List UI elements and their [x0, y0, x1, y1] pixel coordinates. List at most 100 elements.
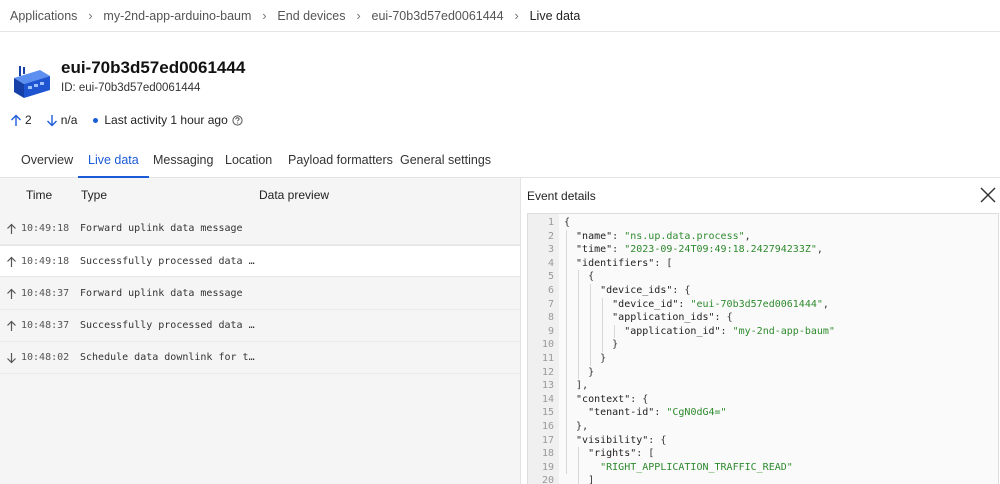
line-number: 16	[541, 421, 554, 432]
line-number: 8	[547, 312, 554, 324]
breadcrumb-applications[interactable]: Applications	[10, 9, 77, 23]
breadcrumb-end-devices[interactable]: End devices	[277, 9, 345, 23]
line-number: 10	[541, 339, 554, 351]
line-number: 15	[541, 407, 554, 419]
device-tabs: Overview Live data Messaging Location Pa…	[0, 144, 1000, 178]
device-id-label: ID: eui-70b3d57ed0061444	[61, 82, 201, 94]
event-details-title: Event details	[527, 189, 596, 203]
column-header-data-preview: Data preview	[259, 188, 330, 202]
table-row[interactable]: 10:48:37 Forward uplink data message	[0, 278, 520, 310]
line-number: 4	[547, 257, 554, 269]
line-number: 14	[541, 393, 554, 405]
downlink-stat: n/a	[46, 113, 78, 127]
tab-live-data[interactable]: Live data	[78, 144, 149, 178]
uplink-stat: 2	[10, 113, 32, 127]
line-number: 3	[547, 244, 554, 256]
table-row[interactable]: 10:48:37 Successfully processed data …	[0, 310, 520, 342]
help-circle-icon[interactable]	[232, 114, 243, 126]
line-number: 9	[547, 325, 554, 337]
chevron-right-icon: ›	[514, 8, 519, 23]
event-type: Schedule data downlink for t…	[80, 352, 255, 363]
device-header: eui-70b3d57ed0061444 ID: eui-70b3d57ed00…	[10, 56, 245, 102]
code-content: "visibility": {	[564, 434, 667, 446]
code-content: "device_ids": {	[564, 285, 691, 296]
arrow-down-icon	[46, 114, 57, 126]
downlink-count: n/a	[60, 113, 78, 127]
code-content: "time": "2023-09-24T09:49:18.242794233Z"…	[564, 244, 823, 256]
gateway-device-icon	[14, 66, 50, 98]
line-number: 1	[547, 217, 554, 228]
line-number: 2	[547, 230, 554, 242]
event-details-panel: Event details 1 {2 "name": "ns.up.data.pr…	[520, 178, 1000, 484]
event-type: Forward uplink data message	[80, 223, 243, 234]
breadcrumb-application[interactable]: my-2nd-app-arduino-baum	[103, 9, 251, 23]
line-number: 17	[541, 434, 554, 446]
events-panel: Time Type Data preview 10:49:18 Forward …	[0, 178, 520, 484]
last-activity: Last activity 1 hour ago	[91, 113, 245, 127]
line-number: 19	[541, 461, 554, 473]
last-activity-text: Last activity 1 hour ago	[104, 113, 228, 127]
code-content: "context": {	[564, 393, 649, 405]
table-row[interactable]: 10:49:18 Forward uplink data message	[0, 213, 520, 245]
indent-guide	[566, 229, 567, 475]
event-type: Successfully processed data …	[80, 320, 255, 331]
page-title: eui-70b3d57ed0061444	[61, 58, 246, 77]
table-row[interactable]: 10:48:02 Schedule data downlink for t…	[0, 342, 520, 374]
chevron-right-icon: ›	[262, 8, 267, 23]
arrow-up-icon	[7, 320, 16, 331]
tab-location[interactable]: Location	[225, 144, 272, 178]
status-dot-icon	[93, 117, 99, 123]
column-header-time: Time	[26, 188, 53, 202]
events-table-header: Time Type Data preview	[0, 178, 520, 212]
json-code-viewer[interactable]: 1 {2 "name": "ns.up.data.process", 3 "time…	[527, 213, 999, 484]
indent-guide	[590, 284, 592, 366]
line-number: 12	[541, 366, 554, 378]
tab-overview[interactable]: Overview	[21, 144, 73, 178]
code-content: }	[564, 366, 595, 378]
code-content: {	[564, 271, 595, 283]
indent-guide	[578, 447, 580, 484]
code-content: }	[564, 339, 619, 351]
chevron-right-icon: ›	[88, 8, 93, 23]
indent-guide	[578, 270, 580, 380]
indent-guide	[614, 324, 616, 339]
code-content: "device_id": "eui-70b3d57ed0061444",	[564, 298, 829, 310]
arrow-up-icon	[7, 288, 16, 299]
line-number: 18	[541, 448, 554, 460]
event-time: 10:49:18	[21, 256, 70, 267]
uplink-count: 2	[25, 113, 32, 127]
event-type: Forward uplink data message	[80, 288, 243, 299]
arrow-up-icon	[7, 223, 16, 234]
event-time: 10:48:02	[21, 352, 70, 363]
line-number: 20	[541, 475, 554, 484]
line-number: 7	[547, 298, 554, 310]
event-type: Successfully processed data …	[80, 256, 255, 267]
event-time: 10:48:37	[21, 288, 70, 299]
table-row-selected[interactable]: 10:49:18 Successfully processed data …	[0, 245, 520, 277]
code-content: ]	[564, 475, 595, 484]
indent-guide	[602, 297, 604, 352]
tab-payload-formatters[interactable]: Payload formatters	[288, 144, 393, 178]
tab-general-settings[interactable]: General settings	[400, 144, 491, 178]
breadcrumb: Applications › my-2nd-app-arduino-baum ›…	[0, 0, 1000, 32]
line-number: 13	[541, 380, 554, 392]
tab-messaging[interactable]: Messaging	[153, 144, 213, 178]
code-content: "tenant-id": "CgN0dG4="	[564, 407, 727, 419]
code-content: ],	[564, 380, 589, 392]
code-content: {	[564, 217, 571, 228]
device-stats: 2 n/a Last activity 1 hour ago	[10, 113, 260, 127]
line-number: 6	[547, 285, 554, 296]
breadcrumb-live-data: Live data	[529, 8, 581, 23]
arrow-down-icon	[7, 353, 16, 364]
code-content: "name": "ns.up.data.process",	[564, 230, 751, 242]
line-number: 11	[541, 353, 554, 364]
breadcrumb-device[interactable]: eui-70b3d57ed0061444	[372, 9, 504, 23]
code-content: },	[564, 421, 589, 432]
event-time: 10:49:18	[21, 223, 70, 234]
event-time: 10:48:37	[21, 320, 70, 331]
close-icon[interactable]	[979, 186, 997, 204]
code-content: }	[564, 353, 607, 364]
code-content: "RIGHT_APPLICATION_TRAFFIC_READ"	[564, 461, 793, 473]
chevron-right-icon: ›	[356, 8, 361, 23]
arrow-up-icon	[11, 114, 21, 126]
